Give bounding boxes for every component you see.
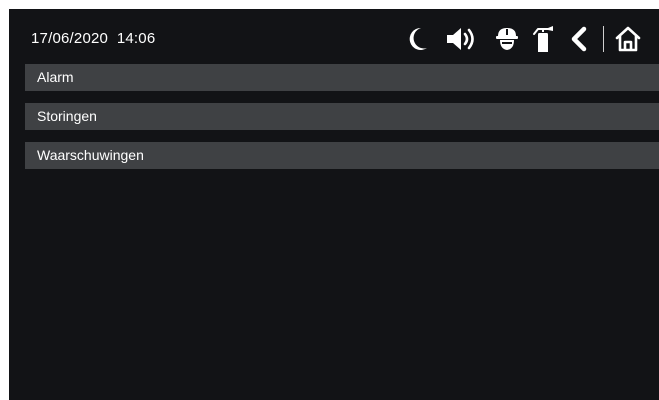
date-text: 17/06/2020 bbox=[31, 30, 109, 47]
firefighter-helmet-icon[interactable] bbox=[493, 22, 521, 56]
status-header: 17/06/2020 14:06 bbox=[9, 9, 659, 61]
panel-screen: 17/06/2020 14:06 Alarm Storingen Waarsch… bbox=[9, 9, 659, 400]
menu-item-storingen[interactable]: Storingen bbox=[25, 103, 659, 130]
header-divider bbox=[603, 26, 604, 52]
datetime: 17/06/2020 14:06 bbox=[31, 30, 155, 47]
fire-extinguisher-icon[interactable] bbox=[529, 22, 557, 56]
menu-item-label: Alarm bbox=[37, 69, 74, 85]
menu-item-label: Waarschuwingen bbox=[37, 147, 144, 163]
home-icon[interactable] bbox=[612, 22, 644, 56]
menu-item-waarschuwingen[interactable]: Waarschuwingen bbox=[25, 142, 659, 169]
back-chevron-icon[interactable] bbox=[565, 22, 593, 56]
moon-icon[interactable] bbox=[404, 22, 432, 56]
time-text: 14:06 bbox=[116, 30, 156, 47]
speaker-icon[interactable] bbox=[444, 22, 482, 56]
menu-item-alarm[interactable]: Alarm bbox=[25, 64, 659, 91]
menu-list: Alarm Storingen Waarschuwingen bbox=[25, 64, 659, 181]
menu-item-label: Storingen bbox=[37, 108, 97, 124]
